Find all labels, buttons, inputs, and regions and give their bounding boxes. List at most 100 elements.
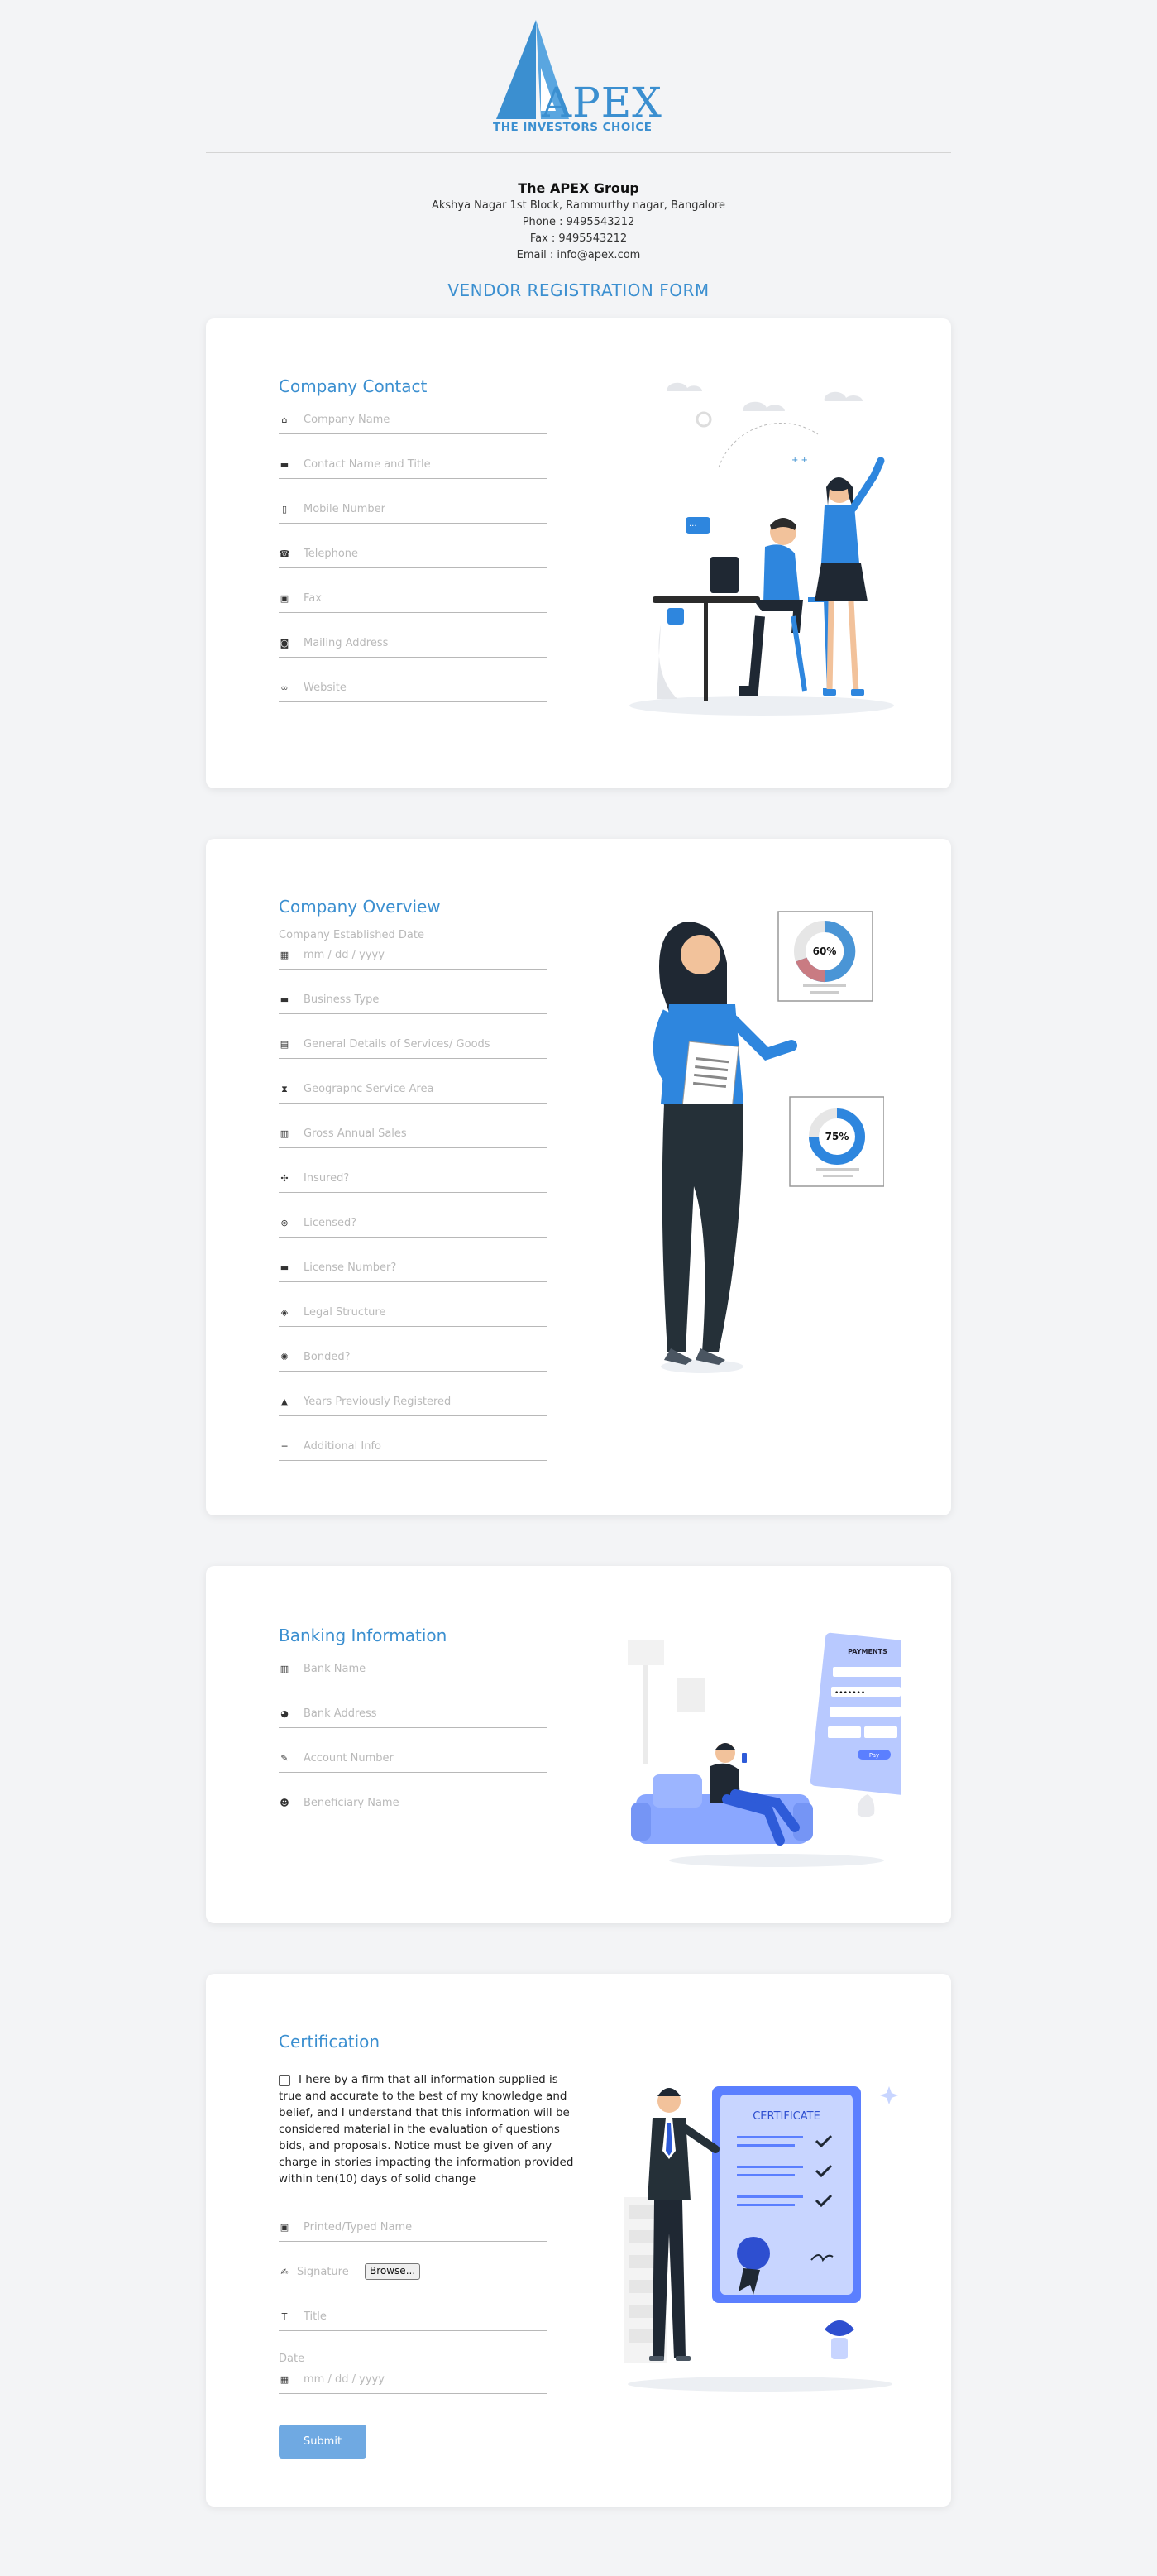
home-icon: ⌂	[281, 414, 288, 425]
field-placeholder: Geograpnc Service Area	[304, 1083, 434, 1095]
users-icon: ☻	[280, 1798, 289, 1808]
field-placeholder: Insured?	[304, 1172, 350, 1185]
office-team-illustration: + + ···	[629, 382, 894, 716]
date-label: Date	[279, 2353, 305, 2365]
svg-text:+ +: + +	[791, 456, 808, 465]
link-icon: ∞	[280, 682, 289, 693]
business-type-field[interactable]: ▬ Business Type	[279, 989, 547, 1014]
field-placeholder: License Number?	[304, 1262, 397, 1274]
field-placeholder: Business Type	[304, 994, 380, 1006]
sun-icon: ✺	[280, 1352, 289, 1362]
text-icon: T	[281, 2311, 288, 2322]
mobile-number-field[interactable]: ▯ Mobile Number	[279, 499, 547, 524]
calendar-icon: ▦	[280, 950, 289, 960]
logo-tagline: THE INVESTORS CHOICE	[493, 121, 653, 134]
account-number-field[interactable]: ✎ Account Number	[279, 1748, 547, 1773]
signature-field: ✍ Signature Browse...	[279, 2262, 547, 2286]
company-overview-card: Company Overview Company Established Dat…	[206, 839, 951, 1515]
id-card-icon: ▬	[280, 459, 289, 470]
telephone-field[interactable]: ☎ Telephone	[279, 543, 547, 568]
insured-field[interactable]: ✣ Insured?	[279, 1168, 547, 1193]
field-placeholder: Signature	[297, 2266, 349, 2278]
minus-icon: ▬	[280, 1262, 289, 1273]
field-placeholder: Legal Structure	[304, 1306, 386, 1319]
field-placeholder: Mobile Number	[304, 503, 385, 515]
field-placeholder: Printed/Typed Name	[304, 2221, 413, 2234]
certificate-heading: CERTIFICATE	[753, 2110, 820, 2123]
field-placeholder: Gross Annual Sales	[304, 1128, 407, 1140]
field-placeholder: Beneficiary Name	[304, 1797, 399, 1809]
licensed-field[interactable]: ⊚ Licensed?	[279, 1213, 547, 1238]
company-contact-card: Company Contact ⌂ Company Name ▬ Contact…	[206, 318, 951, 788]
field-placeholder: Account Number	[304, 1752, 394, 1764]
gross-sales-field[interactable]: ▥ Gross Annual Sales	[279, 1123, 547, 1148]
online-payment-illustration: PAYMENTS ••••••• Pay	[628, 1632, 901, 1867]
established-date-field[interactable]: ▦ mm / dd / yyyy	[279, 945, 547, 970]
building-icon: ▥	[280, 1664, 289, 1674]
field-placeholder: Bonded?	[304, 1351, 351, 1363]
box-icon: ◈	[280, 1307, 289, 1318]
fax-icon: ▣	[280, 593, 289, 604]
logo-wordmark: APEX	[542, 79, 662, 127]
presenter-illustration: 60% 75%	[653, 911, 884, 1373]
field-placeholder: Bank Address	[304, 1707, 377, 1720]
dash-icon: ─	[281, 1441, 288, 1452]
company-address: Akshya Nagar 1st Block, Rammurthy nagar,…	[431, 199, 726, 212]
header: APEX THE INVESTORS CHOICE	[0, 0, 1157, 153]
services-goods-field[interactable]: ▤ General Details of Services/ Goods	[279, 1034, 547, 1059]
section-title: Company Contact	[279, 376, 428, 396]
signature-icon: ✍	[280, 2267, 289, 2277]
agreement-checkbox[interactable]	[279, 2075, 290, 2086]
phone-icon: ☎	[279, 548, 290, 559]
beneficiary-name-field[interactable]: ☻ Beneficiary Name	[279, 1793, 547, 1817]
fax-field[interactable]: ▣ Fax	[279, 588, 547, 613]
bonded-field[interactable]: ✺ Bonded?	[279, 1347, 547, 1372]
field-placeholder: Contact Name and Title	[304, 458, 431, 471]
certificate-icon: ⊚	[280, 1218, 289, 1228]
form-title: VENDOR REGISTRATION FORM	[447, 280, 710, 300]
payments-heading: PAYMENTS	[848, 1648, 887, 1655]
company-fax: Fax : 9495543212	[529, 232, 628, 245]
field-placeholder: Mailing Address	[304, 637, 389, 649]
banking-information-card: Banking Information ▥ Bank Name ◕ Bank A…	[206, 1566, 951, 1923]
address-book-icon: ◙	[280, 638, 289, 649]
bank-name-field[interactable]: ▥ Bank Name	[279, 1659, 547, 1683]
section-title: Company Overview	[279, 897, 441, 917]
certification-card: Certification I here by a firm that all …	[206, 1974, 951, 2507]
company-email: Email : info@apex.com	[516, 249, 641, 261]
company-phone: Phone : 9495543212	[522, 216, 635, 228]
contact-name-field[interactable]: ▬ Contact Name and Title	[279, 454, 547, 479]
header-divider	[206, 152, 951, 153]
field-placeholder: mm / dd / yyyy	[304, 2373, 385, 2386]
established-date-label: Company Established Date	[279, 929, 424, 941]
pay-label: Pay	[869, 1752, 879, 1759]
additional-info-field[interactable]: ─ Additional Info	[279, 1436, 547, 1461]
pen-icon: ✎	[280, 1753, 289, 1764]
years-registered-field[interactable]: ▲ Years Previously Registered	[279, 1391, 547, 1416]
svg-text:•••••••: •••••••	[834, 1689, 865, 1697]
company-name-field[interactable]: ⌂ Company Name	[279, 409, 547, 434]
submit-button[interactable]: Submit	[279, 2425, 366, 2459]
field-placeholder: Title	[304, 2310, 327, 2323]
date-field[interactable]: ▦ mm / dd / yyyy	[279, 2369, 547, 2394]
section-title: Banking Information	[279, 1626, 447, 1645]
field-placeholder: Website	[304, 682, 347, 694]
mailing-address-field[interactable]: ◙ Mailing Address	[279, 633, 547, 658]
service-area-field[interactable]: ⧗ Geograpnc Service Area	[279, 1079, 547, 1104]
title-field[interactable]: T Title	[279, 2306, 547, 2331]
field-placeholder: Years Previously Registered	[304, 1396, 452, 1408]
bell-icon: ▲	[280, 1396, 289, 1407]
field-placeholder: Telephone	[304, 548, 359, 560]
website-field[interactable]: ∞ Website	[279, 678, 547, 702]
browse-button[interactable]: Browse...	[365, 2263, 421, 2280]
field-placeholder: Additional Info	[304, 1440, 381, 1453]
certificate-illustration: CERTIFICATE	[624, 2086, 898, 2392]
printed-name-field[interactable]: ▣ Printed/Typed Name	[279, 2217, 547, 2242]
bank-address-field[interactable]: ◕ Bank Address	[279, 1703, 547, 1728]
id-badge-icon: ▣	[280, 2222, 289, 2233]
field-placeholder: Licensed?	[304, 1217, 357, 1229]
legal-structure-field[interactable]: ◈ Legal Structure	[279, 1302, 547, 1327]
field-placeholder: Fax	[304, 592, 322, 605]
license-number-field[interactable]: ▬ License Number?	[279, 1257, 547, 1282]
briefcase-icon: ▤	[280, 1039, 289, 1050]
